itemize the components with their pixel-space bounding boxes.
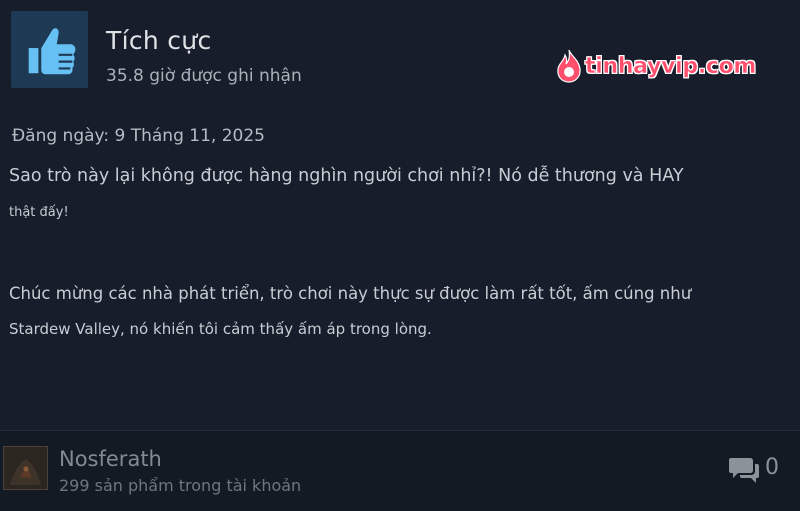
review-verdict: Tích cực (106, 26, 212, 55)
watermark-text: tinhayvip.com (585, 53, 757, 79)
author-products: 299 sản phẩm trong tài khoản (59, 476, 302, 495)
thumbs-up-icon (28, 27, 75, 74)
author-name[interactable]: Nosferath (59, 447, 162, 471)
author-footer (0, 431, 800, 511)
watermark-logo: tinhayvip.com (555, 49, 757, 83)
posted-date: Đăng ngày: 9 Tháng 11, 2025 (12, 126, 265, 146)
review-text-line: thật đấy! (9, 205, 69, 220)
review-text-line: Stardew Valley, nó khiến tôi cảm thấy ấm… (9, 320, 432, 338)
review-text-line: Sao trò này lại không được hàng nghìn ng… (9, 166, 684, 186)
avatar[interactable] (3, 446, 48, 490)
hours-on-record: 35.8 giờ được ghi nhận (106, 66, 302, 86)
comment-bubbles-icon[interactable] (728, 455, 760, 485)
comment-count: 0 (765, 455, 779, 480)
review-text-line: Chúc mừng các nhà phát triển, trò chơi n… (9, 284, 692, 303)
flame-logo-icon (557, 49, 581, 83)
recommended-badge (11, 11, 88, 88)
